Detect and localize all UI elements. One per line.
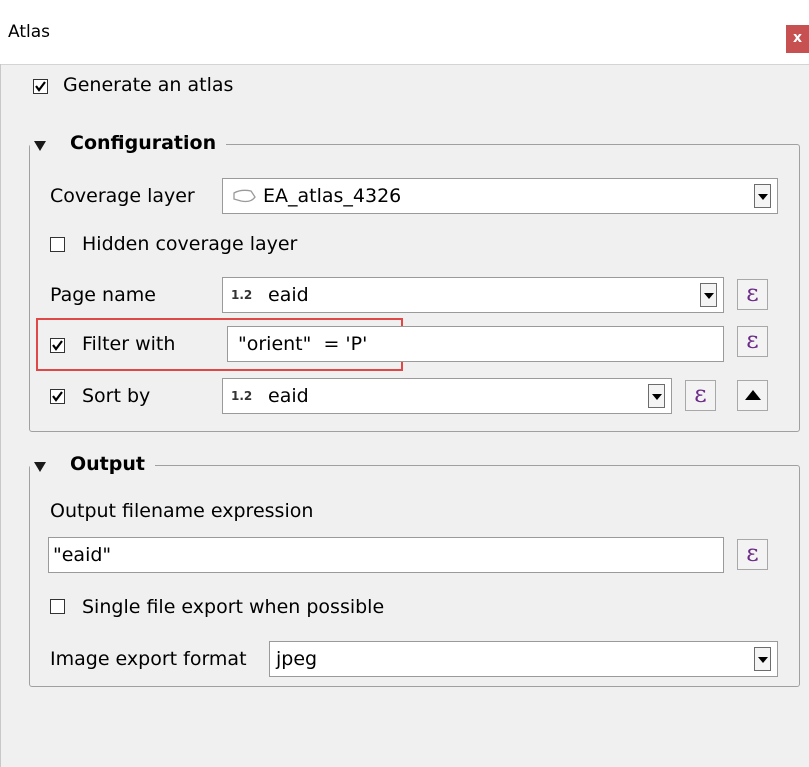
sort-by-select[interactable]: 1.2 eaid	[222, 378, 672, 414]
chevron-down-icon[interactable]	[754, 647, 771, 671]
output-filename-label: Output filename expression	[50, 500, 314, 522]
collapse-triangle-icon	[34, 462, 46, 472]
generate-atlas-checkbox[interactable]	[33, 79, 48, 94]
hidden-coverage-checkbox[interactable]	[50, 237, 65, 252]
chevron-down-icon[interactable]	[700, 283, 717, 307]
sort-by-expression-button[interactable]: ε	[685, 380, 716, 411]
checkmark-icon	[35, 81, 46, 92]
panel-left-border	[0, 64, 1, 767]
output-filename-expression-button[interactable]: ε	[737, 539, 768, 570]
configuration-title: Configuration	[70, 132, 217, 154]
filter-expression-input[interactable]: "orient" = 'P'	[227, 326, 724, 362]
single-file-export-label: Single file export when possible	[82, 596, 385, 618]
page-name-expression-button[interactable]: ε	[737, 279, 768, 310]
coverage-layer-value: EA_atlas_4326	[263, 185, 402, 207]
window-titlebar: Atlas x	[0, 0, 809, 65]
checkmark-icon	[52, 340, 63, 351]
filter-expression-value: "orient" = 'P'	[238, 333, 368, 355]
output-header[interactable]: Output	[30, 453, 155, 475]
page-name-value: eaid	[268, 284, 309, 306]
checkmark-icon	[52, 391, 63, 402]
output-title: Output	[70, 453, 145, 475]
filter-with-checkbox[interactable]	[50, 338, 65, 353]
sort-ascending-button[interactable]	[737, 380, 768, 411]
generate-atlas-label: Generate an atlas	[63, 74, 234, 96]
sort-by-label: Sort by	[82, 385, 151, 407]
output-filename-value: "eaid"	[53, 544, 112, 566]
filter-expression-button[interactable]: ε	[737, 326, 768, 357]
filter-with-label: Filter with	[82, 333, 176, 355]
image-format-label: Image export format	[50, 648, 247, 670]
chevron-down-icon[interactable]	[648, 384, 665, 408]
hidden-coverage-label: Hidden coverage layer	[82, 233, 298, 255]
image-format-value: jpeg	[276, 648, 318, 670]
sort-by-checkbox[interactable]	[50, 389, 65, 404]
collapse-triangle-icon	[34, 141, 46, 151]
numeric-field-icon: 1.2	[231, 389, 253, 403]
chevron-down-icon[interactable]	[754, 184, 771, 208]
page-name-label: Page name	[50, 284, 156, 306]
sort-by-value: eaid	[268, 385, 309, 407]
window-title: Atlas	[8, 22, 50, 42]
single-file-export-checkbox[interactable]	[50, 599, 65, 614]
close-button[interactable]: x	[786, 25, 809, 53]
image-format-select[interactable]: jpeg	[269, 641, 778, 677]
polygon-layer-icon	[231, 188, 257, 210]
numeric-field-icon: 1.2	[231, 288, 253, 302]
output-filename-input[interactable]: "eaid"	[48, 537, 724, 573]
configuration-header[interactable]: Configuration	[30, 132, 227, 154]
coverage-layer-select[interactable]: EA_atlas_4326	[222, 178, 778, 214]
page-name-select[interactable]: 1.2 eaid	[222, 277, 724, 313]
coverage-layer-label: Coverage layer	[50, 185, 195, 207]
